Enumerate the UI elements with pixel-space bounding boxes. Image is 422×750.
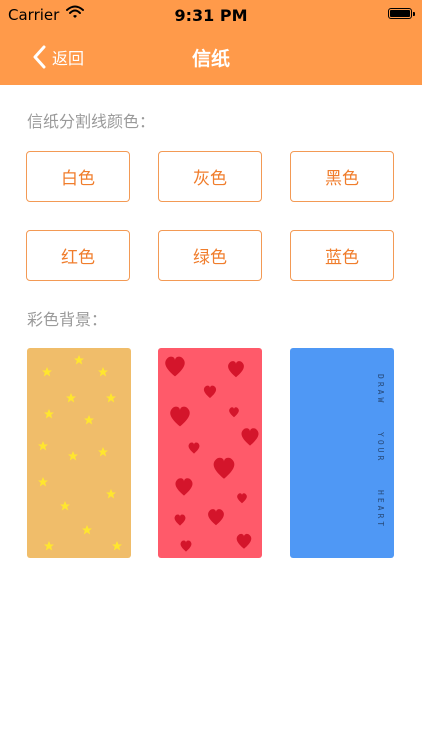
page-title: 信纸 (191, 48, 230, 70)
stars-background-card[interactable] (27, 348, 131, 558)
hearts-background-card[interactable] (158, 348, 262, 558)
hearts-pattern (158, 348, 262, 558)
divider-blue-button[interactable]: 蓝色 (290, 230, 394, 281)
heart-word: HEART (376, 490, 385, 529)
divider-color-label: 信纸分割线颜色： (27, 112, 156, 131)
draw-your-heart-pattern: DRAW YOUR HEART (290, 348, 394, 558)
divider-white-button[interactable]: 白色 (26, 151, 130, 202)
divider-green-button[interactable]: 绿色 (158, 230, 262, 281)
draw-your-heart-background-card[interactable]: DRAW YOUR HEART (290, 348, 394, 558)
battery-icon (388, 8, 415, 19)
status-bar: Carrier 9:31 PM (0, 0, 422, 30)
header-bar: Carrier 9:31 PM 返回 信纸 (0, 0, 422, 85)
draw-word: DRAW (376, 374, 385, 405)
your-word: YOUR (376, 432, 385, 463)
divider-black-button[interactable]: 黑色 (290, 151, 394, 202)
stars-pattern (27, 348, 131, 558)
color-background-label: 彩色背景： (27, 310, 108, 329)
clock: 9:31 PM (174, 6, 248, 25)
nav-bar: 返回 信纸 (0, 30, 422, 85)
divider-gray-button[interactable]: 灰色 (158, 151, 262, 202)
divider-red-button[interactable]: 红色 (26, 230, 130, 281)
